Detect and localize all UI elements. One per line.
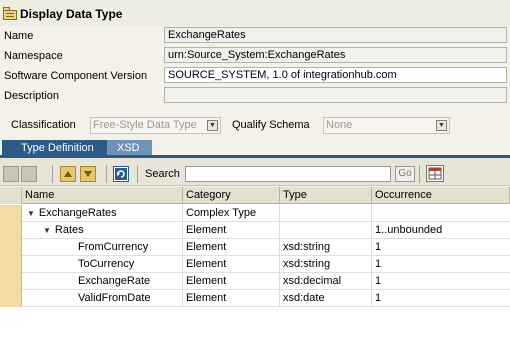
row-name: ToCurrency [22, 256, 183, 273]
row-occurrence: 1 [375, 241, 382, 253]
table-settings-icon[interactable] [426, 165, 444, 182]
table-row[interactable]: ExchangeRate Element xsd:decimal 1 [0, 273, 510, 290]
row-name: ValidFromDate [22, 290, 183, 307]
column-header-type[interactable]: Type [280, 187, 372, 204]
move-down-icon[interactable] [80, 166, 96, 182]
toolbar-separator [137, 165, 138, 183]
row-name: ExchangeRate [22, 273, 183, 290]
row-category: Element [183, 273, 280, 290]
delete-row-icon[interactable] [21, 166, 37, 182]
expand-arrow-icon[interactable]: ▼ [43, 226, 51, 235]
row-selector[interactable] [0, 222, 22, 239]
search-label: Search [145, 168, 180, 180]
row-category: Element [183, 239, 280, 256]
toolbar-separator [106, 165, 107, 183]
namespace-label: Namespace [4, 50, 63, 62]
row-category: Element [183, 290, 280, 307]
structure-table: Name Category Type Occurrence ▼ ExchangeR… [0, 187, 510, 339]
row-type: xsd:date [280, 290, 372, 307]
row-name: FromCurrency [22, 239, 183, 256]
row-occurrence: 1 [375, 275, 382, 287]
table-row[interactable]: ▼ ExchangeRates Complex Type [0, 205, 510, 222]
qualify-schema-select[interactable]: None ▼ [323, 117, 450, 134]
select-all-cell[interactable] [0, 187, 22, 204]
classification-select[interactable]: Free-Style Data Type ▼ [90, 117, 221, 134]
row-type: xsd:string [280, 256, 372, 273]
row-selector[interactable] [0, 290, 22, 307]
row-category: Complex Type [183, 205, 280, 222]
description-label: Description [4, 90, 60, 102]
swcv-field[interactable]: SOURCE_SYSTEM, 1.0 of integrationhub.com [164, 67, 507, 83]
row-name: ExchangeRates [38, 207, 117, 219]
row-occurrence [372, 205, 510, 222]
row-selector[interactable] [0, 239, 22, 256]
data-type-icon [3, 7, 17, 20]
row-type [280, 222, 372, 239]
search-input[interactable] [185, 166, 391, 182]
row-occurrence: 1 [375, 292, 382, 304]
table-row[interactable]: ▼ Rates Element 1..unbounded [0, 222, 510, 239]
chevron-down-icon[interactable]: ▼ [207, 120, 218, 131]
row-occurrence: 1..unbounded [375, 224, 443, 236]
table-row[interactable]: ToCurrency Element xsd:string 1 [0, 256, 510, 273]
row-occurrence: 1 [375, 258, 382, 270]
go-button[interactable]: Go [395, 166, 415, 182]
toolbar-separator [52, 165, 53, 183]
description-field[interactable] [164, 87, 507, 103]
table-header: Name Category Type Occurrence [0, 187, 510, 204]
table-row[interactable]: ValidFromDate Element xsd:date 1 [0, 290, 510, 307]
swcv-label: Software Component Version [4, 70, 148, 82]
toolbar-separator [419, 165, 420, 183]
refresh-icon[interactable] [113, 166, 129, 182]
table-row[interactable]: FromCurrency Element xsd:string 1 [0, 239, 510, 256]
classification-value: Free-Style Data Type [93, 119, 197, 131]
column-header-occurrence[interactable]: Occurrence [372, 187, 510, 204]
page-title: Display Data Type [20, 7, 123, 21]
row-name: Rates [54, 224, 84, 236]
tab-type-definition[interactable]: Type Definition [2, 140, 107, 156]
expand-arrow-icon[interactable]: ▼ [27, 209, 35, 218]
column-header-category[interactable]: Category [183, 187, 280, 204]
move-up-icon[interactable] [60, 166, 76, 182]
namespace-field[interactable]: urn:Source_System:ExchangeRates [164, 47, 507, 63]
tab-xsd[interactable]: XSD [107, 140, 152, 156]
qualify-schema-value: None [326, 119, 353, 131]
row-selector[interactable] [0, 256, 22, 273]
column-header-name[interactable]: Name [22, 187, 183, 204]
name-label: Name [4, 30, 34, 42]
qualify-schema-label: Qualify Schema [232, 119, 310, 131]
insert-row-icon[interactable] [3, 166, 19, 182]
row-type: xsd:string [280, 239, 372, 256]
classification-label: Classification [11, 119, 76, 131]
row-selector[interactable] [0, 205, 22, 222]
row-category: Element [183, 222, 280, 239]
row-category: Element [183, 256, 280, 273]
name-field[interactable]: ExchangeRates [164, 27, 507, 43]
chevron-down-icon[interactable]: ▼ [436, 120, 447, 131]
row-type: xsd:decimal [280, 273, 372, 290]
row-selector[interactable] [0, 273, 22, 290]
row-type [280, 205, 372, 222]
